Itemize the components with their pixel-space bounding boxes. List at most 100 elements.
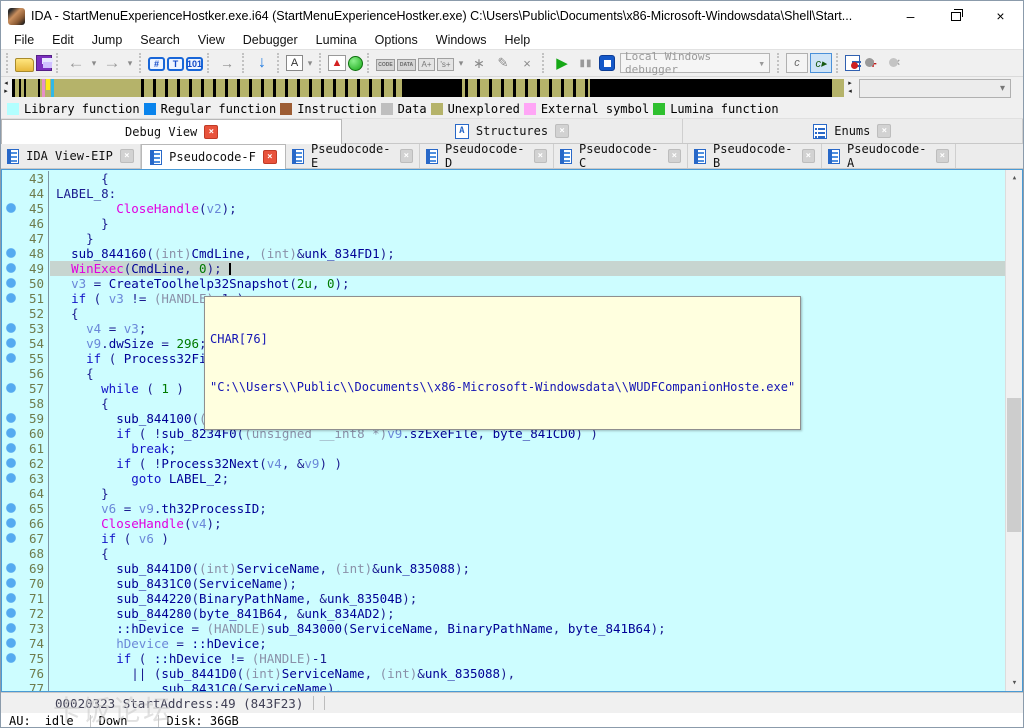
breakpoint-dot[interactable] xyxy=(2,516,19,531)
make-unknown-icon[interactable]: ∗ xyxy=(468,53,490,73)
add-breakpoint-icon[interactable]: + xyxy=(862,53,884,73)
code-line-48[interactable]: 48 sub_844160((int)CmdLine, (int)&unk_83… xyxy=(2,246,1005,261)
menu-windows[interactable]: Windows xyxy=(427,33,496,47)
code-line-66[interactable]: 66 CloseHandle(v4); xyxy=(2,516,1005,531)
stop-process-icon[interactable] xyxy=(599,55,615,71)
make-string-dropdown-icon[interactable]: ▾ xyxy=(456,53,466,73)
code-line-49[interactable]: 49 WinExec(CmdLine, 0); xyxy=(2,261,1005,276)
breakpoint-dot[interactable] xyxy=(2,531,19,546)
make-data-icon[interactable]: DATA xyxy=(397,59,416,71)
menu-edit[interactable]: Edit xyxy=(43,33,83,47)
breakpoint-dot[interactable] xyxy=(2,336,19,351)
search-binary-icon[interactable]: 101 xyxy=(186,57,203,71)
code-line-76[interactable]: 76 || (sub_8441D0((int)ServiceName, (int… xyxy=(2,666,1005,681)
breakpoint-dot[interactable] xyxy=(2,321,19,336)
vertical-scrollbar[interactable]: ▴ ▾ xyxy=(1005,170,1022,691)
menu-file[interactable]: File xyxy=(5,33,43,47)
text-view-dropdown-icon[interactable]: ▾ xyxy=(305,53,315,73)
breakpoint-dot[interactable] xyxy=(2,381,19,396)
back-dropdown-icon[interactable]: ▾ xyxy=(89,53,99,73)
breakpoint-dot[interactable] xyxy=(2,171,19,186)
code-line-65[interactable]: 65 v6 = v9.th32ProcessID; xyxy=(2,501,1005,516)
breakpoint-dot[interactable] xyxy=(2,396,19,411)
close-tab-icon[interactable]: × xyxy=(935,149,949,163)
breakpoint-dot[interactable] xyxy=(2,291,19,306)
breakpoint-dot[interactable] xyxy=(2,591,19,606)
save-icon[interactable] xyxy=(36,55,53,71)
search-immediate-icon[interactable]: # xyxy=(148,57,165,71)
band-scroll-left[interactable]: ◂ ▸ xyxy=(1,80,11,96)
jump-address-icon[interactable]: ↓ xyxy=(251,53,273,73)
pause-process-icon[interactable]: ▮▮ xyxy=(575,53,597,73)
breakpoint-dot[interactable] xyxy=(2,456,19,471)
back-icon[interactable]: ← xyxy=(65,53,87,73)
menu-view[interactable]: View xyxy=(189,33,234,47)
open-file-icon[interactable] xyxy=(15,57,34,72)
code-line-73[interactable]: 73 ::hDevice = (HANDLE)sub_843000(Servic… xyxy=(2,621,1005,636)
code-line-67[interactable]: 67 if ( v6 ) xyxy=(2,531,1005,546)
pseudocode-panel[interactable]: 43 {44 LABEL_8: 45 CloseHandle(v2); 46 } 47 … xyxy=(1,169,1023,692)
navigation-band[interactable] xyxy=(12,79,844,97)
code-line-46[interactable]: 46 } xyxy=(2,216,1005,231)
debugger-select[interactable]: Local Windows debugger ▾ xyxy=(620,50,770,76)
close-tab-icon[interactable]: × xyxy=(204,125,219,139)
breakpoint-dot[interactable] xyxy=(2,681,19,691)
forward-icon[interactable]: → xyxy=(101,53,123,73)
make-ascii-icon[interactable]: A+ xyxy=(418,58,435,71)
navband-status-icon[interactable] xyxy=(348,55,363,71)
code-line-77[interactable]: 77 sub_8431C0(ServiceName), xyxy=(2,681,1005,691)
tab-pseudocode-b[interactable]: Pseudocode-B × xyxy=(688,142,822,170)
edit-icon[interactable]: ✎ xyxy=(492,53,514,73)
code-line-61[interactable]: 61 break; xyxy=(2,441,1005,456)
close-tab-icon[interactable]: × xyxy=(555,124,570,138)
tab-pseudocode-a[interactable]: Pseudocode-A × xyxy=(822,142,956,170)
close-tab-icon[interactable]: × xyxy=(262,150,277,164)
breakpoint-dot[interactable] xyxy=(2,621,19,636)
code-line-74[interactable]: 74 hDevice = ::hDevice; xyxy=(2,636,1005,651)
tab-pseudocode-c[interactable]: Pseudocode-C × xyxy=(554,142,688,170)
breakpoint-dot[interactable] xyxy=(2,546,19,561)
attach-process-icon[interactable]: c xyxy=(786,53,808,73)
maximize-button[interactable] xyxy=(933,1,978,31)
scroll-up-icon[interactable]: ▴ xyxy=(1006,170,1022,186)
breakpoint-dot[interactable] xyxy=(2,366,19,381)
code-line-43[interactable]: 43 { xyxy=(2,171,1005,186)
code-line-62[interactable]: 62 if ( !Process32Next(v4, &v9) ) xyxy=(2,456,1005,471)
menu-debugger[interactable]: Debugger xyxy=(234,33,307,47)
breakpoint-dot[interactable] xyxy=(2,411,19,426)
close-tab-icon[interactable]: × xyxy=(399,149,413,163)
close-tab-icon[interactable]: × xyxy=(667,149,681,163)
code-line-69[interactable]: 69 sub_8441D0((int)ServiceName, (int)&un… xyxy=(2,561,1005,576)
breakpoint-dot[interactable] xyxy=(2,606,19,621)
breakpoint-dot[interactable] xyxy=(2,651,19,666)
code-line-47[interactable]: 47 } xyxy=(2,231,1005,246)
code-line-50[interactable]: 50 v3 = CreateToolhelp32Snapshot(2u, 0); xyxy=(2,276,1005,291)
close-button[interactable]: × xyxy=(978,1,1023,31)
breakpoint-dot[interactable] xyxy=(2,231,19,246)
continue-process-icon[interactable]: c▸ xyxy=(810,53,832,73)
code-line-72[interactable]: 72 sub_844280(byte_841B64, &unk_834AD2); xyxy=(2,606,1005,621)
scrollbar-thumb[interactable] xyxy=(1007,398,1021,532)
code-line-75[interactable]: 75 if ( ::hDevice != (HANDLE)-1 xyxy=(2,651,1005,666)
forward-dropdown-icon[interactable]: ▾ xyxy=(125,53,135,73)
close-tab-icon[interactable]: × xyxy=(533,149,547,163)
breakpoint-dot[interactable] xyxy=(2,276,19,291)
breakpoint-dot[interactable] xyxy=(2,246,19,261)
start-process-icon[interactable]: ▶ xyxy=(551,53,573,73)
tab-ida-view-eip[interactable]: IDA View-EIP × xyxy=(1,144,141,168)
code-line-71[interactable]: 71 sub_844220(BinaryPathName, &unk_83504… xyxy=(2,591,1005,606)
delete-breakpoint-icon[interactable]: × xyxy=(886,53,908,73)
breakpoint-dot[interactable] xyxy=(2,351,19,366)
delete-icon[interactable]: × xyxy=(516,53,538,73)
breakpoint-dot[interactable] xyxy=(2,261,19,276)
close-tab-icon[interactable]: × xyxy=(877,124,892,138)
breakpoint-dot[interactable] xyxy=(2,501,19,516)
breakpoint-dot[interactable] xyxy=(2,306,19,321)
tab-enums[interactable]: Enums × xyxy=(682,119,1023,143)
make-string-icon[interactable]: 's+ xyxy=(437,58,454,71)
breakpoint-dot[interactable] xyxy=(2,636,19,651)
band-zoom-select[interactable]: ▾ xyxy=(859,78,1011,98)
close-tab-icon[interactable]: × xyxy=(801,149,815,163)
breakpoint-dot[interactable] xyxy=(2,441,19,456)
breakpoint-dot[interactable] xyxy=(2,186,19,201)
